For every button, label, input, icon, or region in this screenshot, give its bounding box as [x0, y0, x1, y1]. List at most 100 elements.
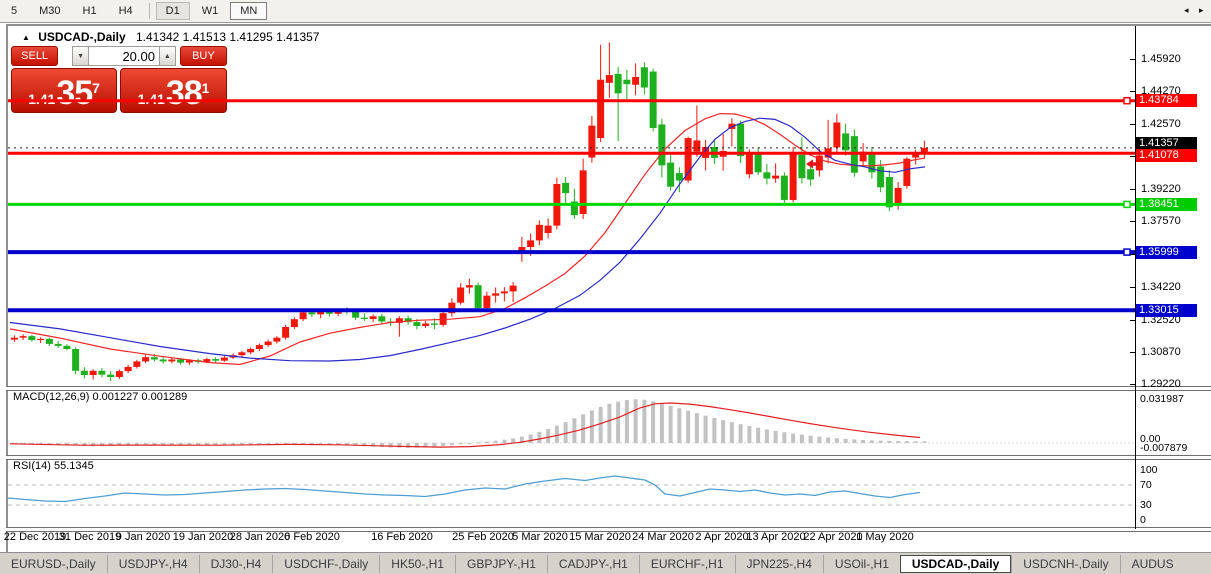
- candle: [273, 336, 280, 343]
- chart-tab[interactable]: JPN225-,H4: [735, 555, 823, 573]
- candle: [588, 116, 595, 163]
- macd-hist-bar: [432, 443, 436, 447]
- price-tick-label: 1.30870: [1141, 346, 1181, 358]
- chart-tab[interactable]: USDCHF-,Daily: [272, 555, 379, 573]
- main-price-chart[interactable]: [8, 26, 1135, 387]
- date-tick-label: 25 Feb 2020: [452, 531, 514, 543]
- candle: [422, 321, 429, 328]
- macd-hist-bar: [511, 438, 515, 443]
- candle: [125, 365, 132, 373]
- rsi-line: [8, 476, 920, 502]
- candle: [37, 337, 44, 343]
- macd-hist-bar: [546, 429, 550, 443]
- period-button-m30[interactable]: M30: [29, 2, 70, 20]
- macd-hist-bar: [870, 440, 874, 443]
- macd-hist-bar: [502, 440, 506, 443]
- hline-handle[interactable]: [1124, 201, 1130, 207]
- macd-hist-bar: [852, 439, 856, 443]
- candle: [212, 357, 219, 362]
- macd-hist-bar: [485, 441, 489, 443]
- hline-handle[interactable]: [1124, 98, 1130, 104]
- candle: [868, 147, 875, 179]
- macd-hist-bar: [730, 422, 734, 443]
- candle: [221, 356, 228, 362]
- macd-hist-bar: [914, 441, 918, 443]
- price-badge: 1.41078: [1136, 149, 1197, 162]
- candle: [702, 140, 709, 170]
- rsi-axis-label: 100: [1140, 464, 1158, 476]
- period-button-mn[interactable]: MN: [230, 2, 267, 20]
- chart-tab[interactable]: CADJPY-,H1: [547, 555, 639, 573]
- price-tick-mark: [1130, 221, 1136, 222]
- candle: [781, 172, 788, 203]
- candle: [291, 317, 298, 329]
- period-button-h1[interactable]: H1: [73, 2, 107, 20]
- price-tick-label: 1.37570: [1141, 215, 1181, 227]
- macd-hist-bar: [607, 404, 611, 443]
- candle: [728, 118, 735, 146]
- candle: [597, 45, 604, 142]
- date-tick-label: 2 Apr 2020: [695, 531, 748, 543]
- chart-tab[interactable]: DJ30-,H4: [199, 555, 273, 573]
- date-tick-label: 5 Mar 2020: [512, 531, 568, 543]
- price-tick-mark: [1130, 352, 1136, 353]
- price-badge: 1.33015: [1136, 304, 1197, 317]
- toolbar-separator: [149, 3, 150, 19]
- macd-hist-bar: [721, 420, 725, 443]
- candle: [860, 143, 867, 167]
- candle: [763, 164, 770, 184]
- rsi-indicator-panel[interactable]: [8, 458, 1135, 527]
- candle: [28, 335, 35, 342]
- period-button-h4[interactable]: H4: [109, 2, 143, 20]
- candle: [501, 287, 508, 301]
- candle: [46, 338, 53, 346]
- chart-tab[interactable]: USOil-,H1: [823, 555, 900, 573]
- candle: [98, 368, 105, 377]
- candle: [693, 106, 700, 157]
- date-axis: 22 Dec 201931 Dec 20199 Jan 202019 Jan 2…: [8, 531, 1135, 549]
- candle: [448, 298, 455, 316]
- period-button-5[interactable]: 5: [1, 2, 27, 20]
- price-tick-mark: [1130, 189, 1136, 190]
- chart-tab[interactable]: HK50-,H1: [379, 555, 455, 573]
- date-tick-label: 22 Apr 2020: [803, 531, 862, 543]
- chart-tab[interactable]: GBPJPY-,H1: [455, 555, 547, 573]
- chart-tab[interactable]: AUDUS: [1120, 555, 1185, 573]
- candle: [55, 341, 62, 348]
- price-tick-label: 1.39220: [1141, 183, 1181, 195]
- macd-hist-bar: [625, 400, 629, 443]
- candle: [90, 369, 97, 379]
- chart-tab[interactable]: EURUSD-,Daily: [0, 555, 107, 573]
- candle: [168, 358, 175, 363]
- macd-hist-bar: [774, 431, 778, 443]
- macd-hist-bar: [896, 441, 900, 443]
- candle: [798, 137, 805, 183]
- macd-hist-bar: [616, 402, 620, 443]
- price-tick-mark: [1130, 59, 1136, 60]
- date-tick-label: 6 Feb 2020: [284, 531, 340, 543]
- tab-scroll-right-icon[interactable]: ▸: [1199, 5, 1210, 17]
- tab-scroll-left-icon[interactable]: ◂: [1184, 5, 1195, 17]
- period-button-d1[interactable]: D1: [156, 2, 190, 20]
- macd-hist-bar: [555, 426, 559, 443]
- chart-tab[interactable]: USDCAD-,Daily: [900, 555, 1011, 573]
- candle: [536, 220, 543, 245]
- candle: [580, 159, 587, 219]
- chart-tab[interactable]: EURCHF-,H1: [639, 555, 735, 573]
- chart-tab[interactable]: USDJPY-,H4: [107, 555, 199, 573]
- period-button-w1[interactable]: W1: [192, 2, 229, 20]
- macd-hist-bar: [756, 428, 760, 443]
- price-tick-label: 1.29220: [1141, 378, 1181, 390]
- chart-tab[interactable]: USDCNH-,Daily: [1011, 555, 1119, 573]
- macd-hist-bar: [765, 429, 769, 443]
- candle: [545, 218, 552, 238]
- candle: [466, 279, 473, 294]
- candle: [606, 42, 613, 97]
- date-tick-label: 19 Jan 2020: [173, 531, 234, 543]
- candle: [11, 335, 18, 342]
- candle: [405, 316, 412, 325]
- candle: [72, 347, 79, 374]
- candle: [667, 155, 674, 190]
- separator-macd-rsi[interactable]: [6, 455, 1211, 460]
- macd-hist-bar: [887, 441, 891, 443]
